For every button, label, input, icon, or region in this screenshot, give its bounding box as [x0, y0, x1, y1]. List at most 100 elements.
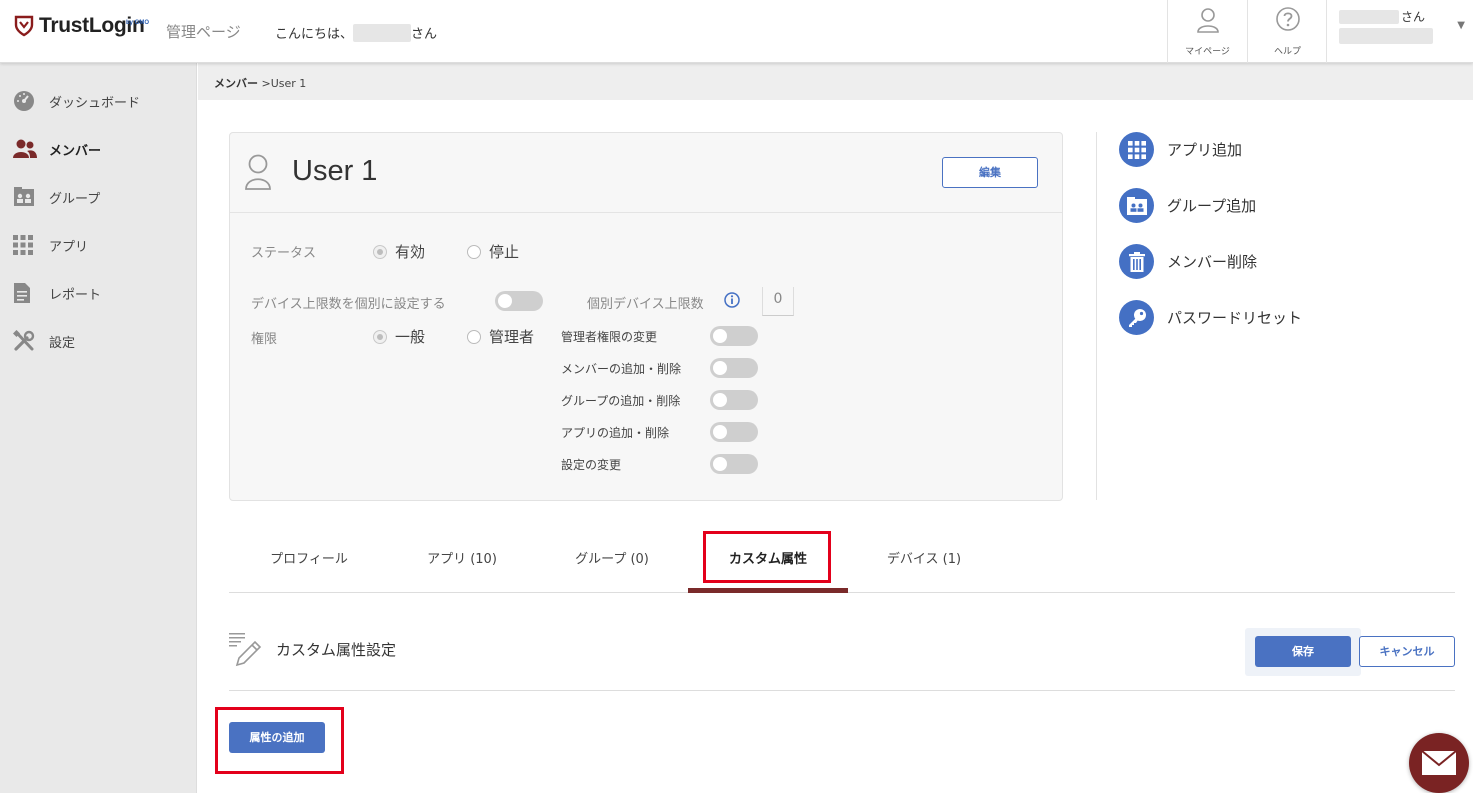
- action-label: グループ追加: [1167, 197, 1257, 215]
- section-divider: [229, 690, 1455, 691]
- permission-label: グループの追加・削除: [561, 394, 681, 408]
- edit-button[interactable]: 編集: [942, 157, 1038, 188]
- greeting: こんにちは、 さん: [275, 23, 437, 42]
- trash-icon: [1119, 244, 1154, 279]
- redacted-username: [353, 23, 412, 42]
- user-menu-suffix: さん: [1401, 10, 1426, 24]
- action-label: パスワードリセット: [1167, 309, 1303, 327]
- sidebar-item-label: メンバー: [49, 143, 102, 159]
- highlight-box-add-attribute: [215, 707, 344, 774]
- sidebar-item-groups[interactable]: グループ: [0, 177, 197, 217]
- permission-label: 管理者権限の変更: [561, 330, 658, 344]
- user-menu-name: さん: [1339, 8, 1425, 25]
- sidebar-item-members[interactable]: メンバー: [0, 129, 197, 169]
- radio-dot: [467, 329, 481, 344]
- breadcrumb-separator: >: [258, 77, 271, 90]
- group-folder-icon: [1119, 188, 1154, 223]
- info-icon[interactable]: [724, 292, 740, 308]
- members-icon: [13, 139, 37, 158]
- sidebar-item-label: グループ: [49, 191, 101, 207]
- sidebar-item-apps[interactable]: アプリ: [0, 225, 197, 265]
- user-name: User 1: [292, 155, 378, 187]
- logo-text: TrustLogin: [39, 14, 145, 37]
- help-button[interactable]: ヘルプ: [1247, 0, 1327, 63]
- chevron-down-icon[interactable]: ▼: [1457, 20, 1465, 31]
- user-menu[interactable]: さん ▼: [1326, 0, 1473, 63]
- gauge-icon: [14, 91, 34, 111]
- mail-icon: [1421, 750, 1457, 775]
- action-label: アプリ追加: [1167, 141, 1243, 159]
- add-group-action[interactable]: グループ追加: [1119, 188, 1256, 223]
- action-label: メンバー削除: [1167, 253, 1258, 271]
- key-icon: [1119, 300, 1154, 335]
- tools-icon: [13, 330, 35, 351]
- sidebar-item-settings[interactable]: 設定: [0, 321, 197, 361]
- detail-tabs: プロフィール アプリ (10) グループ (0) カスタム属性 デバイス (1): [229, 530, 1455, 593]
- permission-label: アプリの追加・削除: [561, 426, 670, 440]
- section-title: カスタム属性設定: [276, 641, 397, 659]
- tab-devices[interactable]: デバイス (1): [844, 530, 1004, 593]
- help-label: ヘルプ: [1273, 47, 1301, 57]
- apps-grid-icon: [13, 235, 33, 255]
- permission-toggle-apps[interactable]: [710, 422, 758, 442]
- shield-logo-icon: [14, 15, 34, 37]
- redacted-user-name: [1339, 9, 1399, 24]
- role-general-radio[interactable]: 一般: [373, 326, 425, 347]
- mypage-label: マイページ: [1185, 47, 1230, 57]
- breadcrumb-parent[interactable]: メンバー: [214, 77, 258, 90]
- apps-grid-icon: [1119, 132, 1154, 167]
- sidebar-item-reports[interactable]: レポート: [0, 273, 197, 313]
- radio-dot: [467, 244, 481, 259]
- edit-note-icon: [229, 633, 262, 667]
- tab-apps[interactable]: アプリ (10): [382, 530, 542, 593]
- user-detail-card: User 1 編集 ステータス 有効 停止 デバイス上限数を個別に設定する 個別…: [229, 132, 1063, 501]
- device-limit-toggle[interactable]: [495, 291, 543, 311]
- user-card-header: User 1 編集: [230, 133, 1062, 213]
- status-active-radio[interactable]: 有効: [373, 241, 425, 262]
- tab-profile[interactable]: プロフィール: [229, 530, 389, 593]
- role-admin-radio[interactable]: 管理者: [467, 326, 534, 347]
- individual-limit-input[interactable]: 0: [762, 287, 794, 316]
- app-header: TrustLogin by GMO 管理ページ こんにちは、 さん マイページ …: [0, 0, 1473, 63]
- sidebar-item-label: ダッシュボード: [49, 95, 141, 111]
- active-tab-indicator: [688, 588, 848, 593]
- logo-sub: by GMO: [126, 20, 150, 26]
- add-app-action[interactable]: アプリ追加: [1119, 132, 1242, 167]
- permission-toggle-groups[interactable]: [710, 390, 758, 410]
- permission-label: メンバーの追加・削除: [561, 362, 682, 376]
- permission-toggle-settings[interactable]: [710, 454, 758, 474]
- reset-password-action[interactable]: パスワードリセット: [1119, 300, 1302, 335]
- greeting-prefix: こんにちは、: [275, 27, 354, 42]
- tab-groups[interactable]: グループ (0): [532, 530, 692, 593]
- permission-label: 設定の変更: [561, 458, 622, 472]
- cancel-button[interactable]: キャンセル: [1359, 636, 1455, 667]
- status-suspended-radio[interactable]: 停止: [467, 241, 519, 262]
- device-limit-label: デバイス上限数を個別に設定する: [251, 297, 446, 312]
- person-icon: [1197, 8, 1219, 33]
- status-label: ステータス: [251, 246, 317, 261]
- report-icon: [14, 283, 30, 303]
- sidebar-item-label: 設定: [49, 335, 76, 351]
- save-button[interactable]: 保存: [1255, 636, 1351, 667]
- sidebar: ダッシュボード メンバー グループ アプリ レポート 設定: [0, 63, 197, 793]
- radio-dot-selected: [373, 244, 387, 259]
- contact-mail-button[interactable]: [1409, 733, 1469, 793]
- admin-page-title: 管理ページ: [166, 23, 241, 41]
- individual-limit-label: 個別デバイス上限数: [587, 297, 704, 312]
- breadcrumb-current: User 1: [270, 77, 307, 90]
- trustlogin-logo[interactable]: TrustLogin: [14, 14, 145, 38]
- greeting-suffix: さん: [411, 27, 438, 42]
- mypage-button[interactable]: マイページ: [1167, 0, 1247, 63]
- actions-divider: [1096, 132, 1097, 500]
- user-avatar-icon: [245, 154, 271, 190]
- permission-toggle-members[interactable]: [710, 358, 758, 378]
- highlight-box-tab: [703, 531, 831, 583]
- help-icon: [1276, 7, 1300, 31]
- delete-member-action[interactable]: メンバー削除: [1119, 244, 1257, 279]
- sidebar-item-dashboard[interactable]: ダッシュボード: [0, 81, 197, 121]
- redacted-user-org: [1339, 28, 1433, 44]
- group-icon: [14, 187, 34, 206]
- radio-label: 有効: [395, 243, 426, 261]
- permission-toggle-admin-rights[interactable]: [710, 326, 758, 346]
- sidebar-item-label: アプリ: [49, 239, 89, 255]
